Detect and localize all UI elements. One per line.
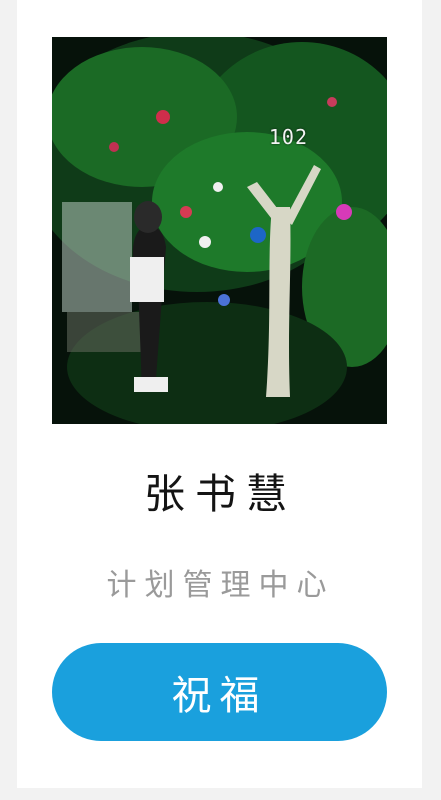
bless-button[interactable]: 祝福	[52, 643, 387, 741]
photo-number: 102	[268, 125, 308, 149]
profile-subtitle: 计划管理中心	[106, 568, 335, 603]
profile-photo: 102	[52, 37, 387, 424]
photo-illustration	[52, 37, 387, 424]
profile-name: 张书慧	[144, 470, 297, 518]
page: 102 张书慧 计划管理中心 祝福	[0, 0, 441, 800]
